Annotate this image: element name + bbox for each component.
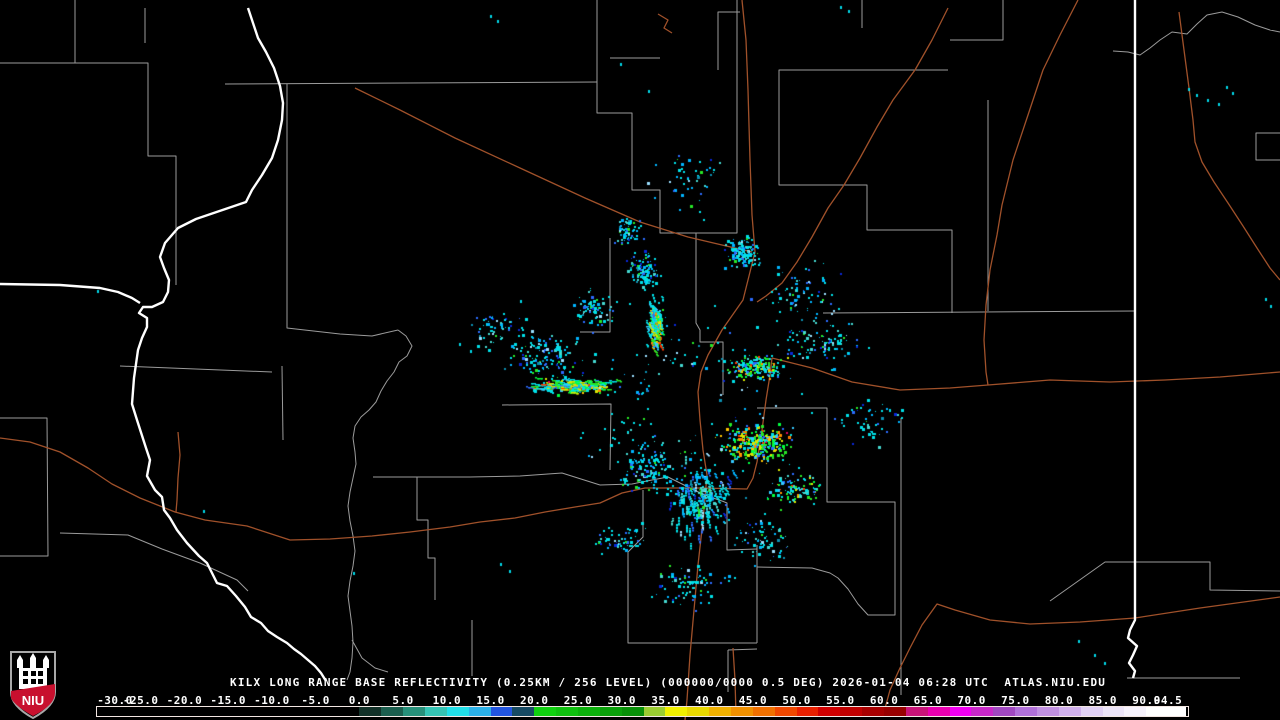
dbz-color-segment [1146,707,1186,716]
dbz-color-segment [927,707,950,716]
dbz-color-scale: -30.0 -25.0 -20.0 -15.0 -10.0 -5.0 0.0 5.0 10.0 1… [0,694,1280,720]
dbz-color-segment [752,707,775,716]
dbz-color-segment [840,707,863,716]
niu-logo-text: NIU [22,693,44,708]
product-caption: KILX LONG RANGE BASE REFLECTIVITY (0.25K… [230,676,1107,689]
dbz-color-segment [665,707,688,716]
dbz-color-segment [446,707,469,716]
dbz-color-segment [97,707,360,716]
dbz-color-segment [403,707,425,716]
dbz-color-segment [490,707,513,716]
dbz-color-segment [993,707,1016,716]
dbz-color-segment [599,707,622,716]
dbz-color-segment [1037,707,1059,716]
dbz-color-segment [774,707,797,716]
dbz-scale-bar [96,706,1189,717]
dbz-color-segment [905,707,928,716]
dbz-color-segment [1015,707,1038,716]
dbz-color-segment [643,707,666,716]
dbz-color-segment [1080,707,1103,716]
dbz-color-segment [512,707,535,716]
radar-display: KILX LONG RANGE BASE REFLECTIVITY (0.25K… [0,0,1280,720]
niu-logo: NIU [10,651,56,719]
dbz-color-segment [884,707,906,716]
dbz-color-segment [971,707,994,716]
dbz-color-segment [468,707,491,716]
dbz-color-segment [424,707,447,716]
dbz-color-segment [949,707,972,716]
dbz-color-segment [577,707,600,716]
dbz-color-segment [556,707,578,716]
dbz-color-segment [359,707,382,716]
dbz-color-segment [1124,707,1147,716]
dbz-color-segment [730,707,753,716]
dbz-color-segment [621,707,644,716]
dbz-color-segment [1102,707,1125,716]
dbz-color-segment [687,707,710,716]
dbz-color-segment [709,707,731,716]
dbz-color-segment [534,707,557,716]
dbz-color-segment [1058,707,1081,716]
reflectivity-echo-layer [0,0,1280,720]
dbz-color-segment [381,707,404,716]
dbz-color-segment [818,707,841,716]
dbz-color-segment [796,707,819,716]
dbz-color-segment [862,707,884,716]
